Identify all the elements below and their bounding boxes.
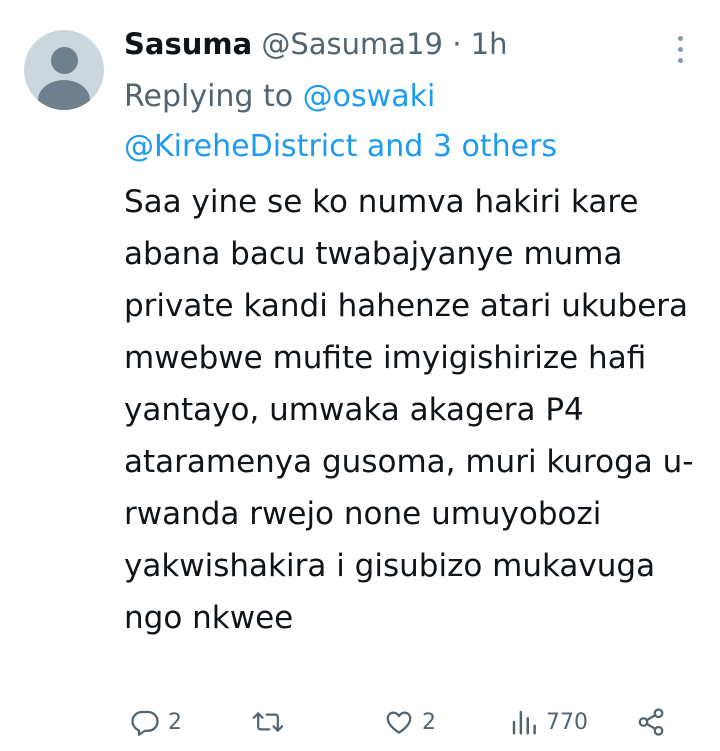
avatar-head-shape xyxy=(51,47,78,74)
tweet-card[interactable]: Sasuma @Sasuma19 · 1h Replying to @oswak… xyxy=(0,0,720,751)
heart-icon xyxy=(384,707,414,737)
like-count: 2 xyxy=(422,709,436,735)
share-icon xyxy=(636,707,666,737)
avatar-body-shape xyxy=(38,80,90,110)
retweet-button[interactable] xyxy=(252,700,292,744)
reply-mention-kirehedistrict[interactable]: @KireheDistrict xyxy=(124,129,357,164)
tweet-header: Sasuma @Sasuma19 · 1h xyxy=(124,22,507,66)
views-icon xyxy=(510,707,538,737)
display-name[interactable]: Sasuma xyxy=(124,27,252,61)
tweet-time[interactable]: 1h xyxy=(471,27,508,61)
share-button[interactable] xyxy=(636,700,666,744)
reply-count: 2 xyxy=(168,709,182,735)
user-handle[interactable]: @Sasuma19 xyxy=(261,27,443,61)
avatar[interactable] xyxy=(24,30,104,110)
more-icon[interactable] xyxy=(674,36,688,64)
replying-to: Replying to @oswaki @KireheDistrict and … xyxy=(124,72,684,172)
replying-prefix: Replying to xyxy=(124,79,303,114)
like-button[interactable]: 2 xyxy=(384,700,436,744)
retweet-icon xyxy=(252,707,284,737)
views-count: 770 xyxy=(546,709,588,735)
tweet-body: Saa yine se ko numva hakiri kare abana b… xyxy=(124,184,694,636)
separator-dot: · xyxy=(452,27,462,61)
reply-mention-oswaki[interactable]: @oswaki xyxy=(303,79,436,114)
views-button[interactable]: 770 xyxy=(510,700,588,744)
reply-icon xyxy=(130,707,160,737)
reply-button[interactable]: 2 xyxy=(130,700,182,744)
reply-others-link[interactable]: and 3 others xyxy=(357,129,557,164)
action-bar: 2 2 770 xyxy=(0,700,720,744)
